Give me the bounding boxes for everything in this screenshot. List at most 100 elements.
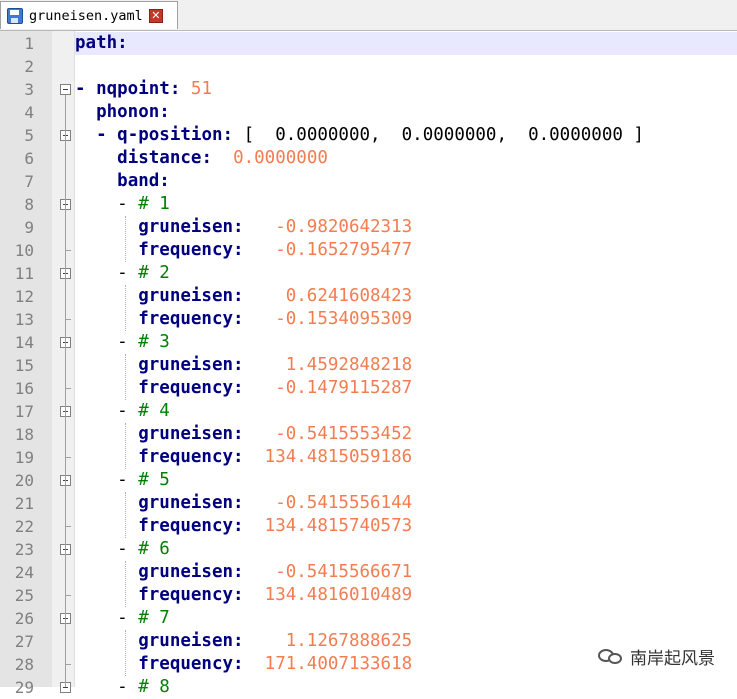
indent-guide <box>125 561 126 607</box>
yaml-comment: # 6 <box>138 539 170 559</box>
code-line[interactable]: 6 distance: 0.0000000 <box>0 147 737 170</box>
yaml-key: frequency: <box>138 516 243 536</box>
yaml-text <box>212 148 233 168</box>
yaml-text <box>75 585 138 605</box>
yaml-text <box>244 585 265 605</box>
code-line[interactable]: 5 - q-position: [ 0.0000000, 0.0000000, … <box>0 124 737 147</box>
code-line[interactable]: 21 gruneisen: -0.5415556144 <box>0 492 737 515</box>
line-content: - # 5 <box>75 469 737 492</box>
yaml-text: - <box>75 194 138 214</box>
code-editor[interactable]: 1 path:23- nqpoint: 514 phonon:5 - q-posi… <box>0 31 737 687</box>
yaml-text: - <box>75 539 138 559</box>
line-content: - # 2 <box>75 262 737 285</box>
yaml-text <box>75 631 138 651</box>
line-number: 19 <box>0 446 34 469</box>
code-line[interactable]: 4 phonon: <box>0 101 737 124</box>
yaml-text <box>244 631 286 651</box>
yaml-text <box>244 286 286 306</box>
file-tab[interactable]: gruneisen.yaml ✕ <box>0 1 178 29</box>
line-content: frequency: 134.4815740573 <box>75 515 737 538</box>
code-line[interactable]: 15 gruneisen: 1.4592848218 <box>0 354 737 377</box>
fold-end-tick <box>65 664 71 665</box>
yaml-text <box>244 424 276 444</box>
yaml-key: frequency: <box>138 309 243 329</box>
code-line[interactable]: 12 gruneisen: 0.6241608423 <box>0 285 737 308</box>
yaml-text <box>75 424 138 444</box>
yaml-key: phonon: <box>96 102 170 122</box>
yaml-text: - <box>75 470 138 490</box>
code-line[interactable]: 29 - # 8 <box>0 676 737 699</box>
yaml-text <box>75 516 138 536</box>
line-content: gruneisen: -0.5415556144 <box>75 492 737 515</box>
yaml-comment: # 4 <box>138 401 170 421</box>
yaml-number: 0.0000000 <box>233 148 328 168</box>
code-line[interactable]: 14 - # 3 <box>0 331 737 354</box>
code-line[interactable]: 13 frequency: -0.1534095309 <box>0 308 737 331</box>
yaml-key: gruneisen: <box>138 562 243 582</box>
yaml-number: -0.5415566671 <box>275 562 412 582</box>
yaml-text <box>75 447 138 467</box>
line-content: - # 8 <box>75 676 737 699</box>
code-line[interactable]: 2 <box>0 55 737 78</box>
yaml-text <box>75 562 138 582</box>
code-line[interactable]: 20 - # 5 <box>0 469 737 492</box>
fold-toggle-icon[interactable] <box>60 84 71 95</box>
line-number: 1 <box>0 32 34 55</box>
yaml-text: - <box>75 263 138 283</box>
code-line[interactable]: 26 - # 7 <box>0 607 737 630</box>
tab-filename: gruneisen.yaml <box>29 8 143 24</box>
code-line[interactable]: 9 gruneisen: -0.9820642313 <box>0 216 737 239</box>
line-number: 22 <box>0 515 34 538</box>
yaml-key: - <box>75 125 117 145</box>
code-line[interactable]: 25 frequency: 134.4816010489 <box>0 584 737 607</box>
code-line[interactable]: 23 - # 6 <box>0 538 737 561</box>
code-line[interactable]: 1 path: <box>0 32 737 55</box>
line-content: path: <box>75 32 737 55</box>
line-content: frequency: -0.1652795477 <box>75 239 737 262</box>
line-number: 10 <box>0 239 34 262</box>
line-number: 16 <box>0 377 34 400</box>
yaml-number: 1.4592848218 <box>286 355 412 375</box>
code-line[interactable]: 3- nqpoint: 51 <box>0 78 737 101</box>
line-content: distance: 0.0000000 <box>75 147 737 170</box>
line-content: frequency: -0.1534095309 <box>75 308 737 331</box>
code-line[interactable]: 11 - # 2 <box>0 262 737 285</box>
yaml-text <box>75 355 138 375</box>
line-content: gruneisen: -0.5415566671 <box>75 561 737 584</box>
code-line[interactable]: 7 band: <box>0 170 737 193</box>
yaml-number: -0.5415556144 <box>275 493 412 513</box>
code-line[interactable]: 19 frequency: 134.4815059186 <box>0 446 737 469</box>
line-content: band: <box>75 170 737 193</box>
fold-end-tick <box>65 526 71 527</box>
yaml-text: - <box>75 401 138 421</box>
code-line[interactable]: 8 - # 1 <box>0 193 737 216</box>
code-line[interactable]: 10 frequency: -0.1652795477 <box>0 239 737 262</box>
code-line[interactable]: 17 - # 4 <box>0 400 737 423</box>
fold-end-tick <box>65 457 71 458</box>
line-content: - nqpoint: 51 <box>75 78 737 101</box>
fold-end-tick <box>65 319 71 320</box>
line-content: - # 6 <box>75 538 737 561</box>
yaml-key: path: <box>75 33 128 53</box>
yaml-number: 171.4007133618 <box>265 654 413 674</box>
line-number: 27 <box>0 630 34 653</box>
yaml-text <box>244 516 265 536</box>
code-line[interactable]: 16 frequency: -0.1479115287 <box>0 377 737 400</box>
yaml-text <box>75 493 138 513</box>
line-number: 20 <box>0 469 34 492</box>
yaml-number: -0.5415553452 <box>275 424 412 444</box>
close-icon[interactable]: ✕ <box>149 9 163 23</box>
code-line[interactable]: 24 gruneisen: -0.5415566671 <box>0 561 737 584</box>
yaml-number: -0.1534095309 <box>275 309 412 329</box>
line-number: 26 <box>0 607 34 630</box>
line-number: 17 <box>0 400 34 423</box>
line-content: gruneisen: 0.6241608423 <box>75 285 737 308</box>
code-line[interactable]: 22 frequency: 134.4815740573 <box>0 515 737 538</box>
yaml-text <box>75 148 117 168</box>
line-content: phonon: <box>75 101 737 124</box>
fold-end-tick <box>65 595 71 596</box>
yaml-text <box>75 309 138 329</box>
yaml-key: gruneisen: <box>138 355 243 375</box>
yaml-key: frequency: <box>138 378 243 398</box>
code-line[interactable]: 18 gruneisen: -0.5415553452 <box>0 423 737 446</box>
